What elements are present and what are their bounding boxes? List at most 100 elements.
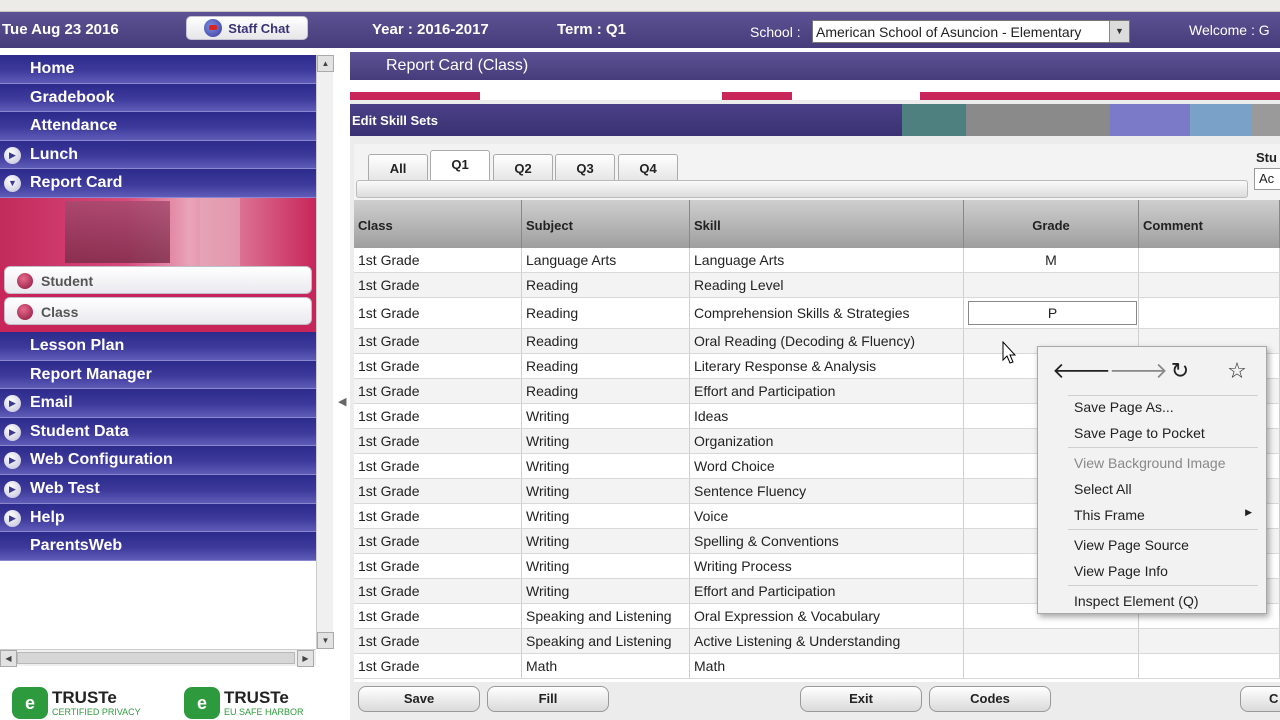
context-menu-item[interactable]: View Page Info — [1074, 563, 1168, 579]
truste-title: TRUSTe — [52, 687, 117, 707]
bullet-icon — [17, 303, 33, 320]
table-row[interactable]: 1st Grade Speaking and Listening Active Li… — [354, 629, 1280, 654]
nav-label: Home — [30, 60, 75, 77]
mouse-cursor-icon — [1002, 341, 1016, 364]
scroll-up-icon[interactable]: ▲ — [317, 55, 334, 72]
nav-item-student-data[interactable]: ▶ Student Data — [0, 417, 316, 447]
nav-label: Report Manager — [30, 365, 152, 383]
table-row[interactable]: 1st Grade Reading Comprehension Skills & S… — [354, 298, 1280, 329]
cell-comment[interactable] — [1139, 273, 1280, 297]
filter-strip-segment — [722, 92, 792, 100]
cell-class: 1st Grade — [354, 298, 522, 328]
cell-skill: Effort and Participation — [690, 379, 964, 403]
truste-certified-privacy-badge[interactable]: e TRUSTe CERTIFIED PRIVACY — [12, 687, 141, 719]
nav-item-lesson-plan[interactable]: Lesson Plan — [0, 331, 316, 361]
truste-seal-icon: e — [184, 687, 220, 719]
expand-arrow-icon: ▶ — [4, 423, 21, 441]
column-header-comment[interactable]: Comment — [1139, 200, 1280, 248]
context-menu-item[interactable]: This Frame — [1074, 507, 1145, 523]
back-arrow-icon[interactable]: 🡐 — [1052, 357, 1111, 385]
nav-item-home[interactable]: Home — [0, 55, 316, 84]
nav-item-help[interactable]: ▶ Help — [0, 503, 316, 533]
submenu-student[interactable]: Student — [4, 265, 312, 294]
scroll-left-icon[interactable]: ◀ — [0, 650, 17, 667]
tab-q4[interactable]: Q4 — [618, 154, 678, 180]
context-menu-item[interactable]: Inspect Element (Q) — [1074, 593, 1199, 609]
table-row[interactable]: 1st Grade Language Arts Language Arts M — [354, 248, 1280, 273]
nav-label: Gradebook — [30, 88, 115, 106]
cell-skill: Active Listening & Understanding — [690, 629, 964, 653]
context-menu-item[interactable]: View Page Source — [1074, 537, 1189, 553]
context-menu-item[interactable]: Select All — [1074, 481, 1132, 497]
exit-button[interactable]: Exit — [800, 686, 922, 712]
nav-item-report-card[interactable]: ▼ Report Card — [0, 169, 316, 198]
cell-skill: Reading Level — [690, 273, 964, 297]
nav-item-gradebook[interactable]: Gradebook — [0, 83, 316, 113]
tab-q3[interactable]: Q3 — [555, 154, 615, 180]
cell-comment[interactable] — [1139, 248, 1280, 272]
student-filter-label: Stu — [1256, 150, 1277, 165]
nav-item-attendance[interactable]: Attendance — [0, 112, 316, 141]
cell-comment[interactable] — [1139, 654, 1280, 678]
cell-class: 1st Grade — [354, 654, 522, 678]
nav-item-report-manager[interactable]: Report Manager — [0, 360, 316, 390]
context-menu-item[interactable]: Save Page As... — [1074, 399, 1174, 415]
cell-grade[interactable] — [964, 654, 1139, 678]
column-header-grade[interactable]: Grade — [964, 200, 1139, 248]
save-button[interactable]: Save — [358, 686, 480, 712]
cell-class: 1st Grade — [354, 504, 522, 528]
partial-button[interactable]: C — [1240, 686, 1280, 712]
dropdown-arrow-icon[interactable]: ▼ — [1109, 21, 1129, 42]
cell-subject: Math — [522, 654, 690, 678]
submenu-class[interactable]: Class — [4, 296, 312, 325]
tab-q1[interactable]: Q1 — [430, 150, 490, 180]
tab-all[interactable]: All — [368, 154, 428, 180]
cell-subject: Speaking and Listening — [522, 629, 690, 653]
expand-arrow-icon: ▶ — [4, 395, 21, 413]
scroll-down-icon[interactable]: ▼ — [317, 632, 334, 649]
browser-chrome-strip — [0, 0, 1280, 12]
sidebar-vertical-scrollbar[interactable]: ▲ ▼ — [316, 55, 334, 649]
codes-button[interactable]: Codes — [929, 686, 1051, 712]
submenu-label: Class — [41, 303, 79, 320]
cell-subject: Language Arts — [522, 248, 690, 272]
staff-chat-button[interactable]: Staff Chat — [186, 16, 308, 40]
column-header-subject[interactable]: Subject — [522, 200, 690, 248]
student-filter-select[interactable]: Ac — [1254, 168, 1280, 190]
menu-separator — [1068, 529, 1258, 530]
school-select[interactable]: American School of Asuncion - Elementary… — [812, 20, 1130, 43]
bookmark-star-icon[interactable]: ☆ — [1223, 357, 1251, 385]
grade-input[interactable]: P — [968, 301, 1137, 325]
context-menu-item[interactable]: Save Page to Pocket — [1074, 425, 1205, 441]
column-header-class[interactable]: Class — [354, 200, 522, 248]
sidebar-horizontal-scrollbar[interactable]: ◀ ▶ — [0, 649, 316, 667]
scroll-right-icon[interactable]: ▶ — [297, 650, 314, 667]
fill-button[interactable]: Fill — [487, 686, 609, 712]
table-row[interactable]: 1st Grade Math Math — [354, 654, 1280, 679]
collapse-sidebar-icon[interactable]: ◀ — [338, 395, 350, 425]
truste-subtitle: CERTIFIED PRIVACY — [52, 706, 141, 717]
cell-skill: Sentence Fluency — [690, 479, 964, 503]
cell-grade[interactable] — [964, 629, 1139, 653]
table-row[interactable]: 1st Grade Reading Reading Level — [354, 273, 1280, 298]
cell-grade[interactable]: M — [964, 248, 1139, 272]
nav-item-email[interactable]: ▶ Email — [0, 389, 316, 418]
scroll-thumb[interactable] — [17, 652, 295, 664]
tab-q2[interactable]: Q2 — [493, 154, 553, 180]
nav-item-web-configuration[interactable]: ▶ Web Configuration — [0, 446, 316, 475]
cell-class: 1st Grade — [354, 629, 522, 653]
cell-comment[interactable] — [1139, 629, 1280, 653]
reload-icon[interactable]: ↻ — [1166, 357, 1194, 385]
nav-item-web-test[interactable]: ▶ Web Test — [0, 474, 316, 504]
nav-item-parentsweb[interactable]: ParentsWeb — [0, 532, 316, 561]
nav-item-lunch[interactable]: ▶ Lunch — [0, 140, 316, 170]
expand-arrow-icon: ▶ — [4, 509, 21, 527]
column-header-skill[interactable]: Skill — [690, 200, 964, 248]
cell-comment[interactable] — [1139, 298, 1280, 328]
forward-arrow-icon[interactable]: 🡒 — [1109, 357, 1168, 385]
page-title-text: Report Card (Class) — [386, 57, 529, 74]
cell-grade[interactable] — [964, 273, 1139, 297]
truste-eu-safe-harbor-badge[interactable]: e TRUSTe EU SAFE HARBOR — [184, 687, 304, 719]
school-term: Term : Q1 — [557, 21, 626, 38]
banner-photo — [65, 200, 170, 263]
